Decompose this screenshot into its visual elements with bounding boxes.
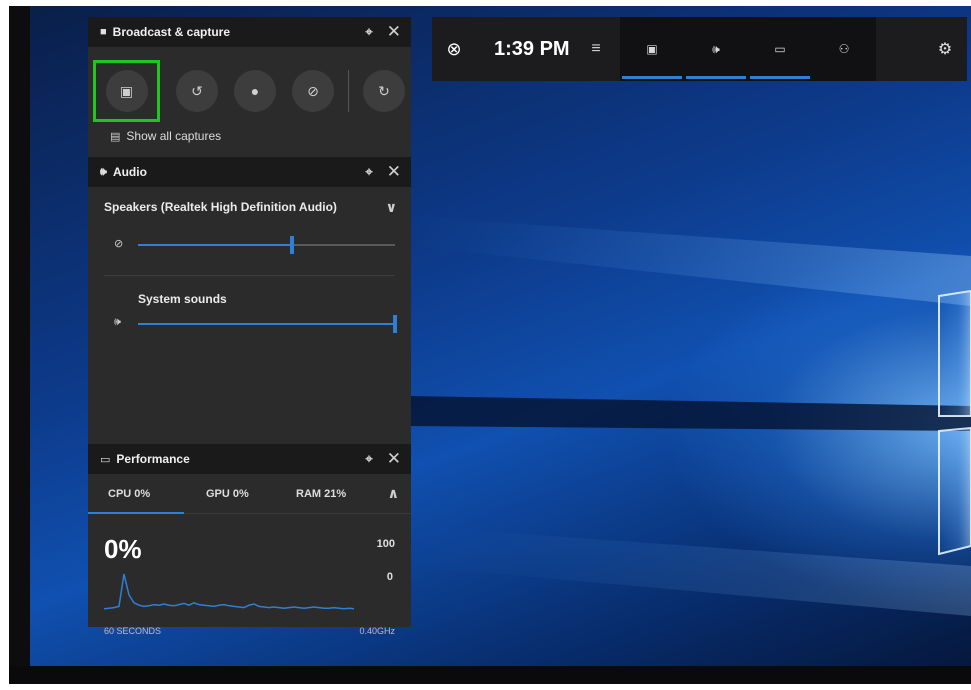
taskbar-edge — [9, 666, 971, 684]
xbox-social-icon: ⚇ — [838, 42, 850, 56]
app-volume-label: System sounds — [138, 292, 227, 306]
show-all-captures-label: Show all captures — [126, 129, 222, 143]
pin-icon[interactable]: ⌖ — [365, 164, 372, 180]
app-volume-slider[interactable] — [138, 315, 397, 333]
master-volume-slider[interactable] — [138, 236, 395, 254]
broadcast-capture-icon: ▣ — [646, 42, 658, 56]
record-dot-icon: ● — [250, 83, 260, 99]
widget-bar: ▣ 🕪 ▭ ⚇ — [620, 17, 876, 81]
performance-widget-button[interactable]: ▭ — [748, 17, 812, 81]
performance-icon: ▭ — [100, 453, 111, 466]
broadcast-capture-widget-button[interactable]: ▣ — [620, 17, 684, 81]
speaker-icon[interactable]: 🕪 — [114, 316, 121, 329]
panel-header: ▭ Performance ⌖ ✕ — [88, 444, 411, 474]
xbox-social-widget-button[interactable]: ⚇ — [812, 17, 876, 81]
slider-fill — [138, 323, 395, 325]
performance-panel: ▭ Performance ⌖ ✕ CPU 0% GPU 0% RAM 21% … — [88, 444, 411, 636]
gear-icon[interactable]: ⚙ — [923, 17, 967, 81]
audio-icon: 🕪 — [100, 165, 107, 178]
show-all-captures-link[interactable]: ▤ Show all captures — [88, 129, 411, 143]
mute-icon[interactable]: ⊘ — [114, 237, 123, 250]
hamburger-icon[interactable]: ≡ — [576, 17, 616, 81]
screenshot-camera-icon: ▣ — [119, 82, 134, 99]
panel-title: Broadcast & capture — [112, 25, 231, 39]
panel-title: Performance — [116, 452, 190, 466]
chevron-up-icon[interactable]: ∧ — [388, 485, 399, 502]
divider — [348, 70, 349, 112]
performance-graph-area: 0% 100 0 60 SECONDS 0.40GHz — [88, 514, 411, 656]
performance-icon: ▭ — [774, 42, 786, 56]
audio-device-label: Speakers (Realtek High Definition Audio) — [104, 200, 337, 214]
slider-thumb[interactable] — [393, 315, 397, 333]
current-value: 0% — [104, 534, 142, 564]
mic-off-icon: ⊘ — [307, 82, 319, 99]
pin-icon[interactable]: ⌖ — [365, 451, 372, 467]
slider-thumb[interactable] — [290, 236, 295, 254]
close-icon[interactable]: ✕ — [387, 449, 401, 469]
tab-gpu[interactable]: GPU 0% — [186, 488, 284, 500]
tab-cpu[interactable]: CPU 0% — [88, 488, 186, 500]
audio-panel: 🕪 Audio ⌖ ✕ Speakers (Realtek High Defin… — [88, 157, 411, 444]
record-last-icon: ↺ — [191, 82, 203, 99]
audio-icon: 🕪 — [712, 41, 720, 56]
capture-buttons: ▣ ↺ ● ⊘ ↻ — [88, 47, 411, 125]
mic-toggle-button[interactable]: ⊘ — [292, 70, 334, 112]
broadcast-capture-panel: ■ Broadcast & capture ⌖ ✕ ▣ ↺ ● ⊘ ↻ ▤ Sh… — [88, 17, 411, 157]
gallery-icon: ▤ — [110, 130, 121, 143]
record-last-button[interactable]: ↺ — [176, 70, 218, 112]
broadcast-button[interactable]: ↻ — [363, 70, 405, 112]
performance-tabs: CPU 0% GPU 0% RAM 21% ∧ — [88, 474, 411, 514]
frame-left — [0, 0, 9, 690]
frequency-label: 0.40GHz — [359, 626, 395, 636]
panel-title: Audio — [112, 165, 147, 179]
chevron-down-icon: ∨ — [385, 198, 397, 215]
screen-edge — [9, 6, 30, 666]
tab-ram[interactable]: RAM 21% — [284, 488, 380, 500]
xbox-logo-icon[interactable]: ⊗ — [432, 17, 476, 81]
app-volume-row: 🕪 — [88, 306, 411, 340]
game-bar-top: ⊗ 1:39 PM ≡ ▣ 🕪 ▭ ⚇ ⚙ — [432, 17, 967, 81]
audio-widget-button[interactable]: 🕪 — [684, 17, 748, 81]
screenshot-button[interactable]: ▣ — [105, 70, 148, 112]
slider-fill — [138, 244, 293, 246]
screenshot-highlight: ▣ — [93, 60, 160, 122]
panel-header: 🕪 Audio ⌖ ✕ — [88, 157, 411, 187]
divider — [104, 275, 395, 276]
panel-header: ■ Broadcast & capture ⌖ ✕ — [88, 17, 411, 47]
pin-icon[interactable]: ⌖ — [365, 24, 372, 40]
close-icon[interactable]: ✕ — [387, 22, 401, 42]
performance-line — [104, 573, 354, 610]
audio-device-select[interactable]: Speakers (Realtek High Definition Audio)… — [88, 187, 411, 227]
master-volume-row: ⊘ — [88, 227, 411, 261]
close-icon[interactable]: ✕ — [387, 162, 401, 182]
broadcast-capture-icon: ■ — [100, 26, 107, 38]
time-window-label: 60 SECONDS — [104, 626, 162, 636]
record-button[interactable]: ● — [234, 70, 276, 112]
broadcast-icon: ↻ — [378, 82, 390, 99]
axis-min-label: 0 — [386, 571, 393, 583]
clock: 1:39 PM — [494, 37, 570, 60]
axis-max-label: 100 — [376, 538, 395, 550]
frame-bottom — [0, 684, 971, 690]
